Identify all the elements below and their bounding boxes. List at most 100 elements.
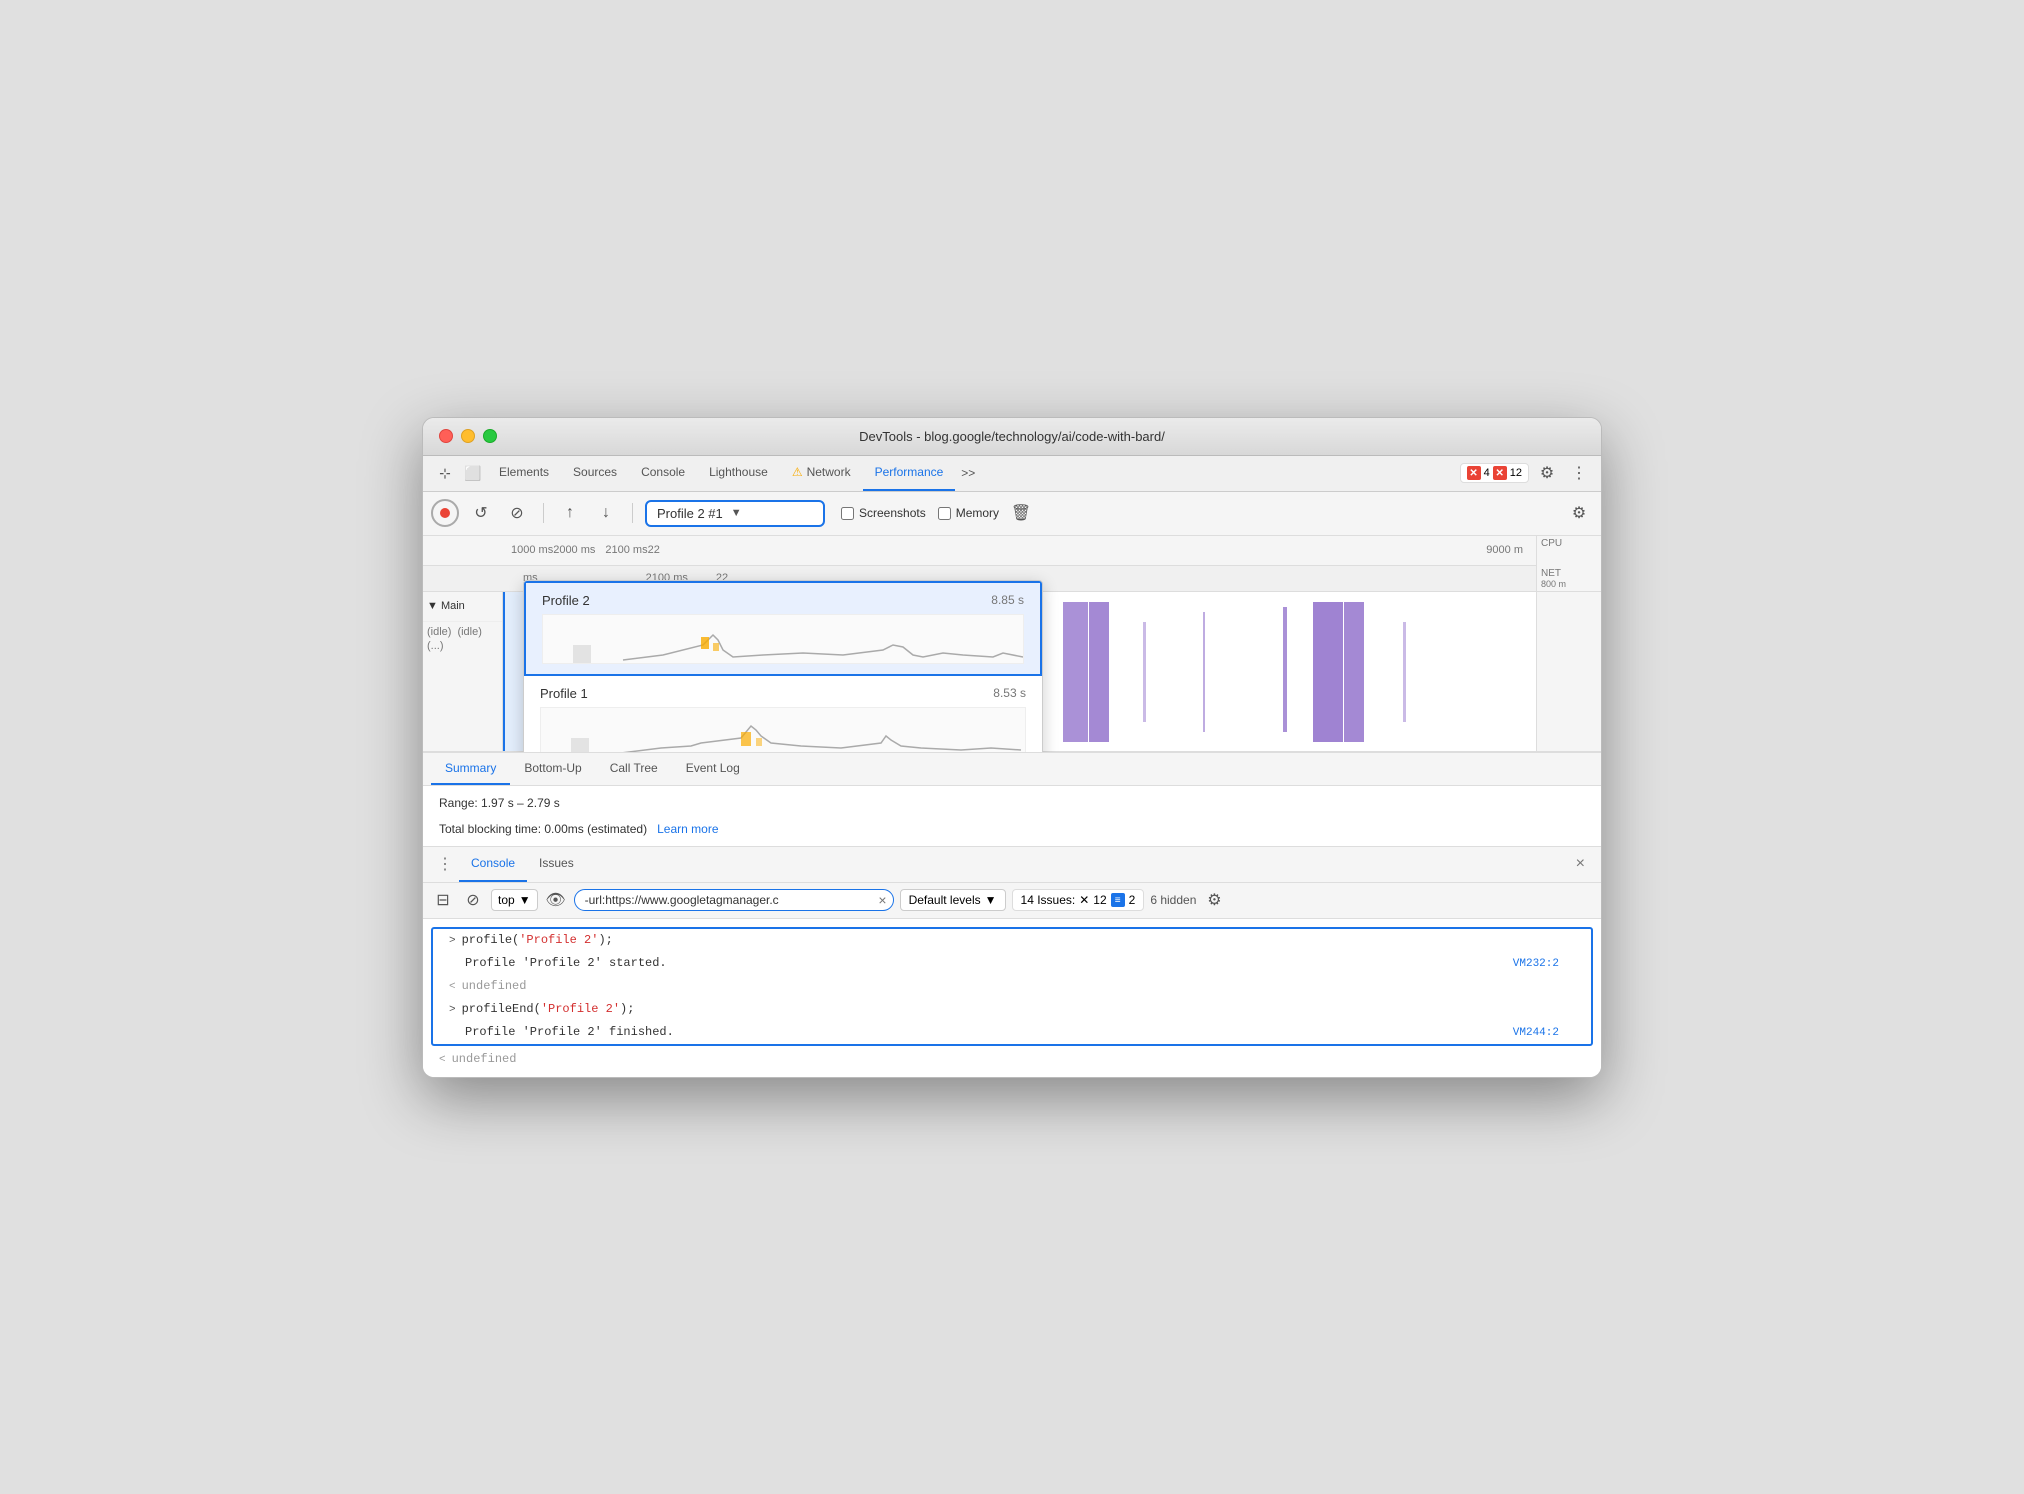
levels-dropdown[interactable]: Default levels ▼ bbox=[900, 889, 1006, 911]
line2-text: Profile 'Profile 2' started. bbox=[465, 954, 667, 972]
performance-toolbar: ↺ ⊘ ↑ ↓ Profile 2 #1 ▼ Screenshots Memor… bbox=[423, 492, 1601, 536]
close-button[interactable] bbox=[439, 429, 453, 443]
console-tab-console[interactable]: Console bbox=[459, 846, 527, 882]
line3-text: undefined bbox=[462, 977, 527, 995]
range-text: Range: 1.97 s – 2.79 s bbox=[439, 796, 1585, 810]
console-panel: ⋮ Console Issues × ⊟ ⊘ top ▼ 👁 -url:http… bbox=[423, 846, 1601, 1077]
screenshots-checkbox[interactable]: Screenshots bbox=[841, 506, 926, 520]
timeline-sidebar: ▼ Main (idle) (idle) (...) bbox=[423, 592, 503, 751]
settings-icon[interactable]: ⚙ bbox=[1533, 459, 1561, 487]
profile-dropdown-menu: Profile 2 8.85 s Profil bbox=[523, 580, 1043, 752]
profile2-chart bbox=[543, 615, 1023, 664]
eye-icon[interactable]: 👁 bbox=[544, 888, 568, 912]
devtools-window: DevTools - blog.google/technology/ai/cod… bbox=[422, 417, 1602, 1078]
profile-dropdown[interactable]: Profile 2 #1 ▼ bbox=[645, 500, 825, 527]
ruler-marks: 1000 ms 2000 ms 2100 ms 22 9000 m bbox=[511, 544, 1593, 556]
summary-panel: Summary Bottom-Up Call Tree Event Log Ra… bbox=[423, 752, 1601, 846]
tab-elements[interactable]: Elements bbox=[487, 455, 561, 491]
errors-badge[interactable]: ✕ 4 ✕ 12 bbox=[1460, 463, 1529, 483]
tab-right-controls: ✕ 4 ✕ 12 ⚙ ⋮ bbox=[1460, 459, 1593, 487]
arrow-icon-1: > bbox=[449, 932, 456, 950]
tab-call-tree[interactable]: Call Tree bbox=[596, 753, 672, 785]
console-line-2: Profile 'Profile 2' started. VM232:2 bbox=[433, 952, 1591, 975]
context-dropdown-arrow-icon: ▼ bbox=[519, 893, 531, 907]
warning-icon: ✕ bbox=[1493, 466, 1507, 480]
console-menu-icon[interactable]: ⋮ bbox=[431, 854, 459, 874]
idle-labels: (idle) (idle) bbox=[423, 622, 502, 638]
issues-count-badge[interactable]: 14 Issues: ✕ 12 ≡ 2 bbox=[1012, 889, 1145, 911]
trash-button[interactable]: 🗑 bbox=[1007, 499, 1035, 527]
perf-settings-icon[interactable]: ⚙ bbox=[1565, 499, 1593, 527]
tab-performance[interactable]: Performance bbox=[863, 455, 956, 491]
main-label: ▼ Main bbox=[423, 592, 502, 622]
filter-input[interactable]: -url:https://www.googletagmanager.c × bbox=[574, 889, 894, 911]
arrow-icon-3: > bbox=[449, 1001, 456, 1019]
cpu-label: CPU bbox=[1537, 536, 1601, 551]
learn-more-link[interactable]: Learn more bbox=[657, 822, 718, 836]
tab-sources[interactable]: Sources bbox=[561, 455, 629, 491]
vm-link-2[interactable]: VM244:2 bbox=[1513, 1024, 1575, 1042]
more-options-icon[interactable]: ⋮ bbox=[1565, 459, 1593, 487]
dropdown-item-profile2[interactable]: Profile 2 8.85 s bbox=[524, 581, 1042, 676]
cpu-header: CPU bbox=[1536, 536, 1601, 565]
tab-network[interactable]: Network bbox=[780, 455, 863, 491]
record-button[interactable] bbox=[431, 499, 459, 527]
inspect-icon[interactable]: ⊹ bbox=[431, 459, 459, 487]
profile1-preview bbox=[540, 707, 1026, 752]
tab-lighthouse[interactable]: Lighthouse bbox=[697, 455, 780, 491]
hidden-badge: 6 hidden bbox=[1150, 893, 1196, 907]
device-icon[interactable]: ⬜ bbox=[459, 459, 487, 487]
context-dropdown[interactable]: top ▼ bbox=[491, 889, 538, 911]
devtools-tab-bar: ⊹ ⬜ Elements Sources Console Lighthouse … bbox=[423, 456, 1601, 492]
filter-clear-icon[interactable]: × bbox=[878, 892, 886, 908]
checkbox-group: Screenshots Memory bbox=[841, 506, 999, 520]
download-icon[interactable]: ↓ bbox=[592, 499, 620, 527]
blocking-text: Total blocking time: 0.00ms (estimated) … bbox=[439, 822, 1585, 836]
console-outlined-block: > profile('Profile 2'); Profile 'Profile… bbox=[431, 927, 1593, 1046]
console-line-6: < undefined bbox=[423, 1048, 1601, 1071]
console-line-5: Profile 'Profile 2' finished. VM244:2 bbox=[433, 1021, 1591, 1044]
clear-icon[interactable]: ⊘ bbox=[503, 499, 531, 527]
traffic-lights bbox=[439, 429, 497, 443]
console-line-4: > profileEnd('Profile 2'); bbox=[433, 998, 1591, 1021]
profile2-header: Profile 2 8.85 s bbox=[542, 593, 1024, 608]
arrow-icon-4: < bbox=[439, 1051, 446, 1069]
arrow-icon-2: < bbox=[449, 978, 456, 996]
tab-summary[interactable]: Summary bbox=[431, 753, 510, 785]
profile2-preview bbox=[542, 614, 1024, 664]
line1-text: profile('Profile 2'); bbox=[462, 931, 613, 949]
memory-checkbox[interactable]: Memory bbox=[938, 506, 999, 520]
net-label: NET 800 m bbox=[1541, 568, 1566, 589]
upload-icon[interactable]: ↑ bbox=[556, 499, 584, 527]
timeline-ruler: 1000 ms 2000 ms 2100 ms 22 9000 m CPU bbox=[423, 536, 1601, 566]
console-line-1: > profile('Profile 2'); bbox=[433, 929, 1591, 952]
dropdown-item-profile1[interactable]: Profile 1 8.53 s bbox=[524, 676, 1042, 752]
line5-text: Profile 'Profile 2' finished. bbox=[465, 1023, 674, 1041]
tab-event-log[interactable]: Event Log bbox=[672, 753, 754, 785]
summary-content: Range: 1.97 s – 2.79 s Total blocking ti… bbox=[423, 786, 1601, 846]
vm-link-1[interactable]: VM232:2 bbox=[1513, 955, 1575, 973]
tab-console[interactable]: Console bbox=[629, 455, 697, 491]
line4-text: profileEnd('Profile 2'); bbox=[462, 1000, 635, 1018]
sidebar-toggle-icon[interactable]: ⊟ bbox=[431, 888, 455, 912]
block-icon[interactable]: ⊘ bbox=[461, 888, 485, 912]
levels-arrow-icon: ▼ bbox=[985, 893, 997, 907]
console-content: > profile('Profile 2'); Profile 'Profile… bbox=[423, 919, 1601, 1077]
issues-info-icon: ≡ bbox=[1111, 893, 1125, 907]
ellipsis-label: (...) bbox=[423, 638, 502, 654]
console-tab-issues[interactable]: Issues bbox=[527, 846, 586, 882]
record-dot bbox=[440, 508, 450, 518]
console-settings-icon[interactable]: ⚙ bbox=[1202, 888, 1226, 912]
summary-tabs: Summary Bottom-Up Call Tree Event Log bbox=[423, 753, 1601, 786]
title-bar: DevTools - blog.google/technology/ai/cod… bbox=[423, 418, 1601, 456]
net-header: NET 800 m bbox=[1536, 565, 1601, 591]
timeline-container: 1000 ms 2000 ms 2100 ms 22 9000 m CPU ms… bbox=[423, 536, 1601, 752]
minimize-button[interactable] bbox=[461, 429, 475, 443]
tab-overflow[interactable]: >> bbox=[955, 466, 981, 480]
refresh-icon[interactable]: ↺ bbox=[467, 499, 495, 527]
tab-bottom-up[interactable]: Bottom-Up bbox=[510, 753, 595, 785]
console-close-button[interactable]: × bbox=[1568, 855, 1593, 873]
maximize-button[interactable] bbox=[483, 429, 497, 443]
filter-container: -url:https://www.googletagmanager.c × bbox=[574, 889, 894, 911]
profile1-header: Profile 1 8.53 s bbox=[540, 686, 1026, 701]
